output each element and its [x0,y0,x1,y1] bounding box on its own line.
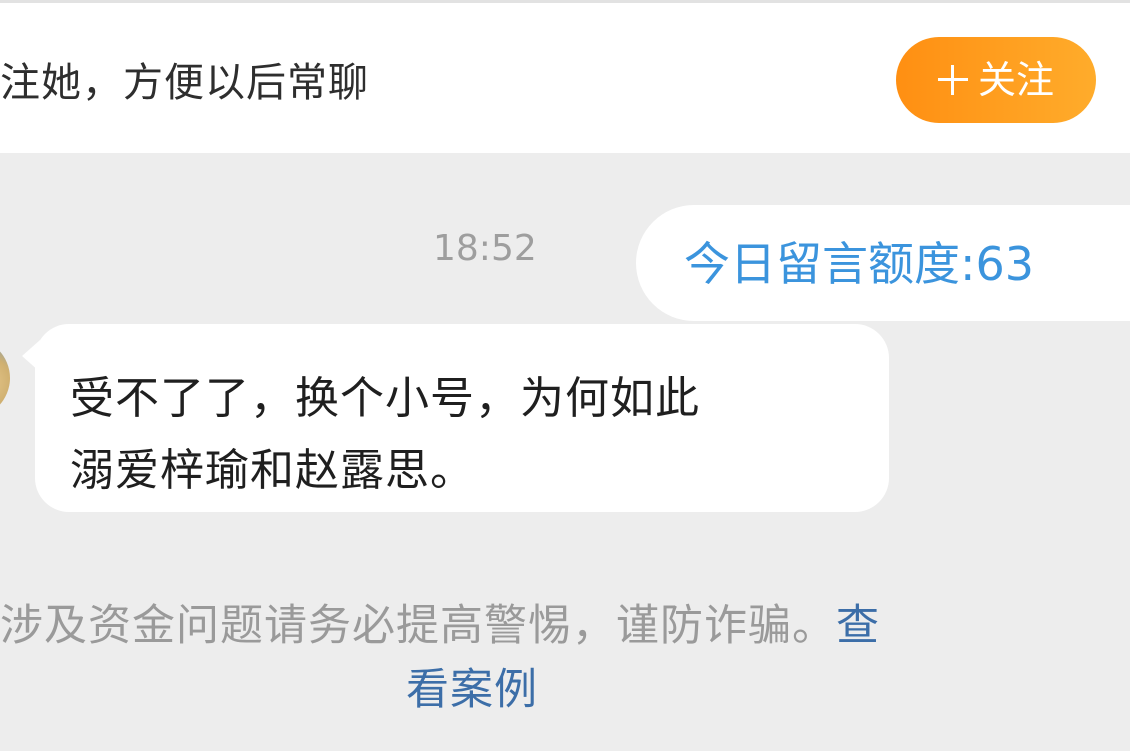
view-cases-link-start[interactable]: 查 [836,601,880,651]
chat-page: 注她，方便以后常聊 关注 18:52 今日留言额度:63 受不了了，换个小号，为… [0,0,1130,751]
follow-prompt-text: 注她，方便以后常聊 [0,60,369,106]
follow-button-label: 关注 [977,58,1054,102]
message-line-2: 溺爱梓瑜和赵露思。 [70,445,475,496]
incoming-message-text: 受不了了，换个小号，为何如此 溺爱梓瑜和赵露思。 [70,363,860,507]
follow-banner: 注她，方便以后常聊 关注 [0,0,1130,153]
message-timestamp: 18:52 [433,228,537,269]
follow-button[interactable]: 关注 [896,37,1096,123]
sender-avatar[interactable] [0,338,10,418]
plus-icon [937,65,968,95]
quota-message-bubble: 今日留言额度:63 [636,205,1130,321]
quota-message-text: 今日留言额度:63 [684,237,1035,291]
view-cases-link[interactable]: 看案例 [406,660,538,720]
message-line-1: 受不了了，换个小号，为何如此 [70,373,700,424]
safety-notice-text: 涉及资金问题请务必提高警惕，谨防诈骗。 [0,601,836,651]
safety-notice: 涉及资金问题请务必提高警惕，谨防诈骗。查 [0,596,880,656]
